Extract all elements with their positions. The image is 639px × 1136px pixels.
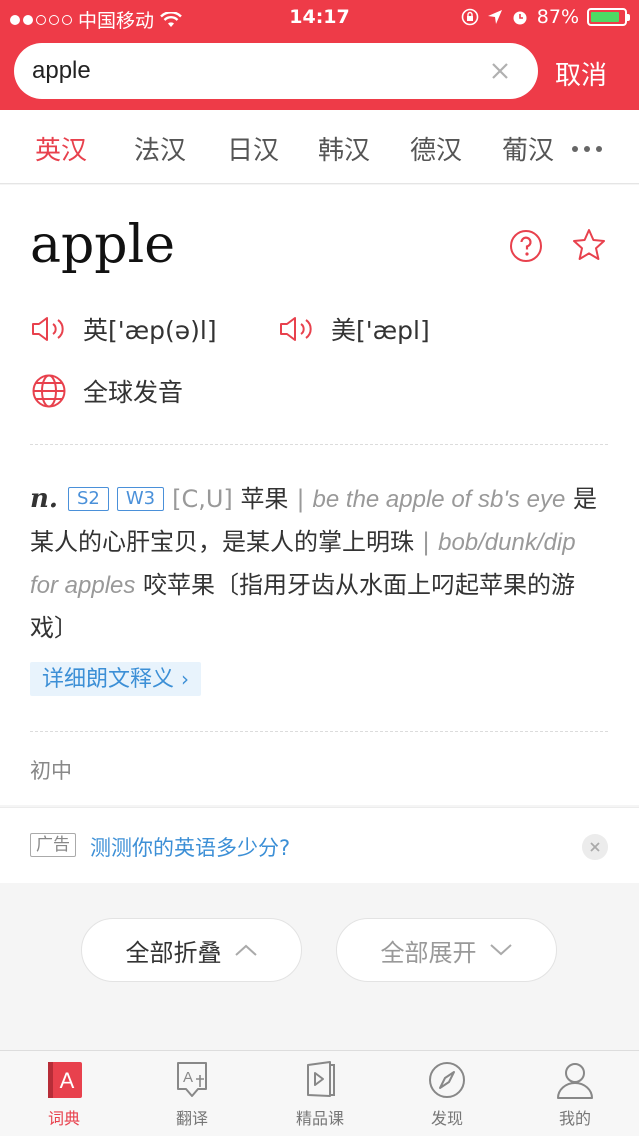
battery-percent: 87%	[536, 6, 579, 28]
collapse-all-label: 全部折叠	[125, 938, 222, 967]
chevron-right-icon: ›	[181, 667, 190, 691]
global-pron-label: 全球发音	[83, 378, 184, 407]
search-input[interactable]	[32, 57, 472, 85]
more-tabs-icon[interactable]	[572, 146, 602, 152]
word-card: apple 英['æp(ə)l] 美['æpl] 全球发音 n. S2 W3 […	[0, 185, 639, 805]
course-icon	[307, 1061, 335, 1097]
nav-label: 翻译	[175, 1109, 208, 1128]
nav-label: 词典	[47, 1109, 80, 1128]
nav-label: 我的	[558, 1109, 591, 1128]
language-tabs: 英汉 法汉 日汉 韩汉 德汉 葡汉	[0, 110, 639, 184]
frequency-tag-spoken: S2	[67, 487, 109, 511]
favorite-star-icon[interactable]	[571, 227, 607, 263]
nav-me[interactable]: 我的	[525, 1059, 625, 1129]
compass-icon	[429, 1062, 465, 1098]
uk-pron-text: 英['æp(ə)l]	[83, 316, 217, 345]
nav-dictionary[interactable]: A 词典	[14, 1059, 114, 1129]
part-of-speech: n.	[30, 484, 58, 514]
level-label: 初中	[30, 759, 72, 783]
globe-icon	[32, 374, 66, 408]
uk-pronunciation[interactable]: 英['æp(ə)l]	[31, 311, 217, 347]
chevron-down-icon	[489, 944, 512, 956]
example-phrase: be the apple of sb's eye	[312, 486, 566, 513]
separator: |	[422, 528, 431, 556]
tab-ja-zh[interactable]: 日汉	[227, 130, 279, 167]
dictionary-icon: A	[48, 1062, 82, 1098]
grammar-code: [C,U]	[172, 485, 233, 513]
status-bar: 中国移动 14:17 87%	[0, 0, 639, 36]
nav-translate[interactable]: A 翻译	[142, 1059, 242, 1129]
speaker-icon	[280, 317, 312, 341]
expand-all-label: 全部展开	[380, 938, 477, 967]
help-icon[interactable]	[509, 229, 543, 263]
ad-tag: 广告	[30, 833, 76, 857]
chevron-up-icon	[234, 944, 257, 956]
location-icon	[487, 10, 502, 24]
longman-detail-link[interactable]: 详细朗文释义 ›	[30, 662, 202, 696]
translate-icon: A	[177, 1062, 207, 1097]
alarm-icon	[513, 11, 527, 25]
tab-de-zh[interactable]: 德汉	[410, 130, 462, 167]
meaning: 苹果	[240, 485, 289, 513]
svg-text:A: A	[60, 1068, 75, 1093]
battery-icon	[587, 8, 630, 26]
us-pronunciation[interactable]: 美['æpl]	[279, 311, 430, 347]
definition: n. S2 W3 [C,U] 苹果 | be the apple of sb's eye …	[30, 478, 610, 650]
tab-en-zh[interactable]: 英汉	[35, 130, 87, 167]
global-pronunciation[interactable]: 全球发音	[31, 373, 183, 409]
tab-pt-zh[interactable]: 葡汉	[502, 130, 554, 167]
expand-all-button[interactable]: 全部展开	[336, 918, 557, 982]
divider	[30, 444, 608, 445]
frequency-tag-written: W3	[116, 487, 165, 511]
us-pron-text: 美['æpl]	[331, 316, 430, 345]
ad-banner[interactable]: 广告 测测你的英语多少分?	[0, 807, 639, 883]
speaker-icon	[32, 317, 64, 341]
ad-link[interactable]: 测测你的英语多少分?	[90, 832, 290, 862]
separator: |	[296, 485, 305, 513]
tab-ko-zh[interactable]: 韩汉	[318, 130, 370, 167]
divider	[30, 731, 608, 732]
nav-label: 精品课	[295, 1109, 344, 1128]
nav-discover[interactable]: 发现	[397, 1059, 497, 1129]
rotation-lock-icon	[461, 8, 479, 26]
cancel-button[interactable]: 取消	[555, 55, 607, 92]
user-icon	[557, 1063, 593, 1099]
nav-label: 发现	[430, 1109, 463, 1128]
clear-icon[interactable]	[488, 59, 512, 83]
status-right: 87%	[461, 6, 630, 28]
svg-text:A: A	[183, 1069, 193, 1086]
headword: apple	[30, 215, 175, 275]
bottom-nav: A 词典 A 翻译 精品课 发现 我的	[0, 1050, 639, 1136]
search-box[interactable]	[14, 43, 538, 99]
app-header: 中国移动 14:17 87% 取消	[0, 0, 639, 110]
detail-link-label: 详细朗文释义	[42, 667, 175, 692]
tab-fr-zh[interactable]: 法汉	[134, 130, 186, 167]
nav-course[interactable]: 精品课	[270, 1059, 370, 1129]
close-icon[interactable]	[582, 834, 608, 860]
collapse-all-button[interactable]: 全部折叠	[81, 918, 302, 982]
